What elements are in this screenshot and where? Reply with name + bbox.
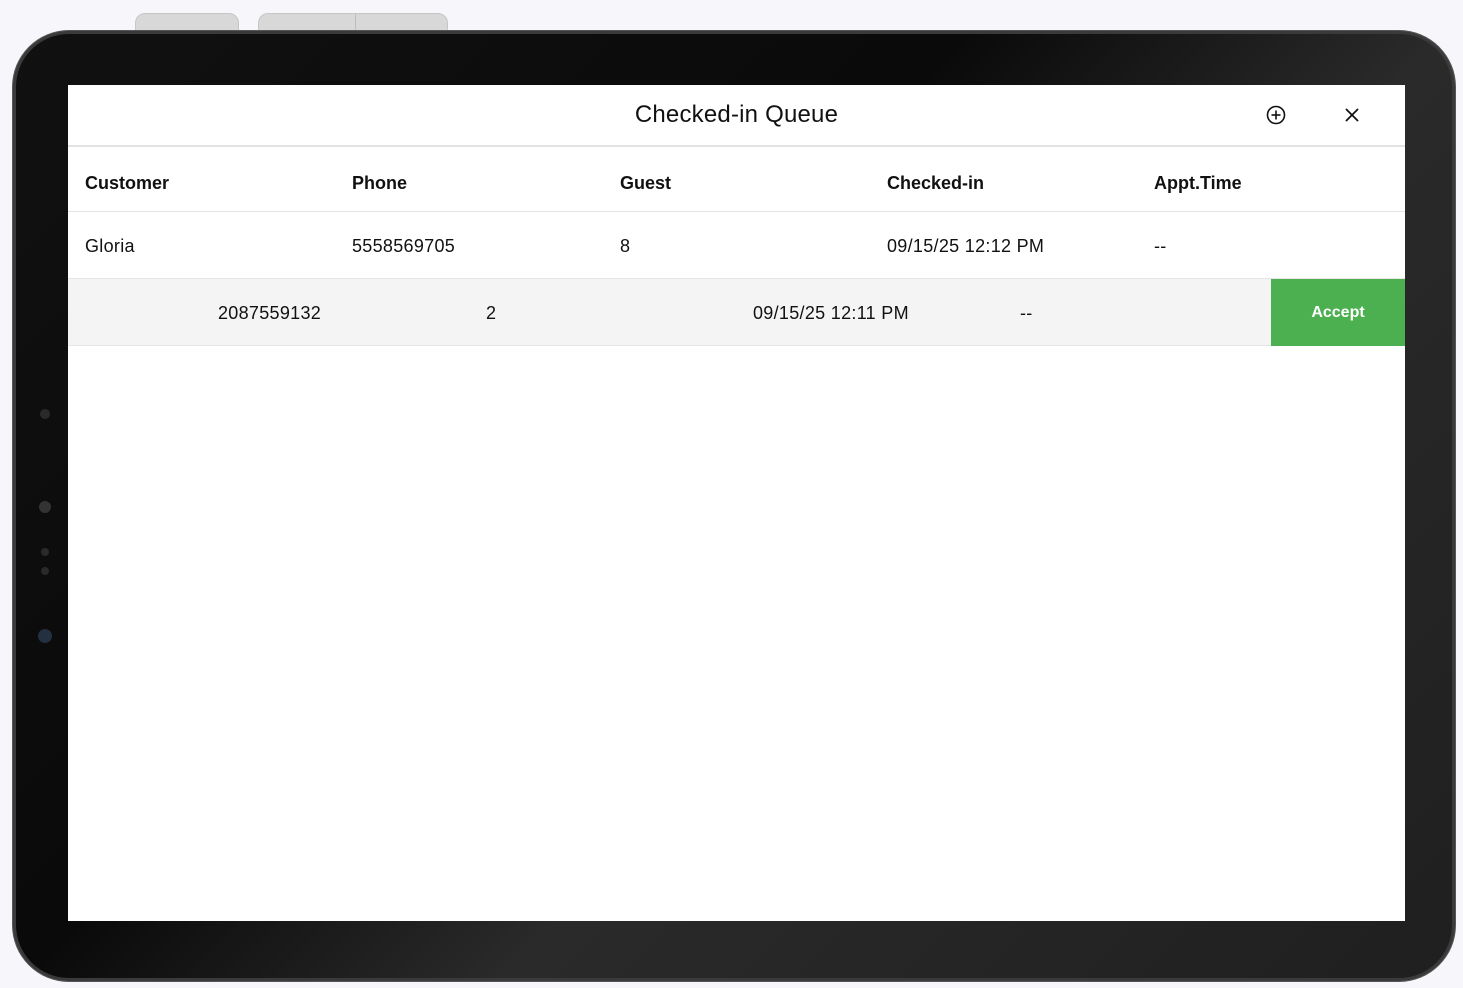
table-header: Customer Phone Guest Checked-in Appt.Tim… [68,147,1405,212]
cell-customer: Gloria [85,236,135,256]
sensor-dot [41,567,49,575]
table-row-swiped[interactable]: 2087559132 2 09/15/25 12:11 PM -- Accept [68,279,1405,346]
dialog-title: Checked-in Queue [634,101,839,128]
cell-checked-in: 09/15/25 12:11 PM [753,303,909,323]
camera-lens [38,629,52,643]
column-header-checked-in: Checked-in [887,173,985,193]
cell-phone: 5558569705 [352,236,456,256]
table-row[interactable]: Gloria 5558569705 8 09/15/25 12:12 PM -- [68,212,1405,279]
cell-appt-time: -- [1154,236,1167,256]
add-button[interactable] [1261,100,1291,130]
cell-phone: 2087559132 [218,303,322,323]
add-circle-icon [1266,105,1286,125]
dialog-header: Checked-in Queue [68,85,1405,147]
sensor-dot [41,548,49,556]
close-button[interactable] [1337,100,1367,130]
cell-guest: 8 [620,236,631,256]
column-header-guest: Guest [620,173,672,193]
column-header-appt-time: Appt.Time [1154,173,1242,193]
cell-checked-in: 09/15/25 12:12 PM [887,236,1045,256]
column-header-phone: Phone [352,173,408,193]
camera-dot [40,409,50,419]
accept-button[interactable]: Accept [1271,279,1405,346]
cell-guest: 2 [486,303,497,323]
column-header-customer: Customer [85,173,170,193]
close-icon [1345,108,1359,122]
queue-dialog: Checked-in Queue Customer Phone Guest Ch… [68,85,1405,921]
sensor-dot [39,501,51,513]
cell-appt-time: -- [1020,303,1033,323]
